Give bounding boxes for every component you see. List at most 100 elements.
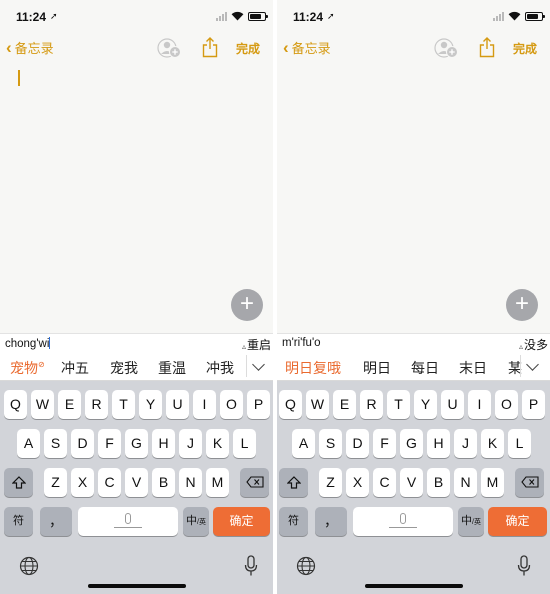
key-u[interactable]: U (441, 390, 464, 419)
delete-key[interactable] (240, 468, 269, 497)
key-z[interactable]: Z (44, 468, 67, 497)
microphone-icon[interactable] (517, 555, 531, 577)
home-indicator[interactable] (365, 584, 463, 588)
key-g[interactable]: G (125, 429, 148, 458)
key-n[interactable]: N (454, 468, 477, 497)
key-f[interactable]: F (373, 429, 396, 458)
backspace-icon (245, 476, 264, 488)
candidate-item[interactable]: 每日 (411, 358, 439, 378)
shift-key[interactable] (279, 468, 308, 497)
key-l[interactable]: L (508, 429, 531, 458)
add-button[interactable]: + (506, 289, 538, 321)
key-h[interactable]: H (427, 429, 450, 458)
candidate-item[interactable]: 末日 (459, 358, 487, 378)
candidate-item[interactable]: 重温 (158, 358, 186, 378)
add-people-icon[interactable] (157, 37, 183, 59)
shift-key[interactable] (4, 468, 33, 497)
key-t[interactable]: T (387, 390, 410, 419)
expand-candidates-button[interactable] (520, 355, 546, 377)
language-key[interactable]: 中/英 (458, 507, 484, 536)
key-o[interactable]: O (220, 390, 243, 419)
candidate-item[interactable]: 冲五 (61, 358, 89, 378)
composition-action[interactable]: ▵没多 (519, 336, 548, 353)
key-k[interactable]: K (481, 429, 504, 458)
key-r[interactable]: R (85, 390, 108, 419)
key-s[interactable]: S (319, 429, 342, 458)
expand-candidates-button[interactable] (246, 355, 272, 377)
key-h[interactable]: H (152, 429, 175, 458)
symbol-key[interactable]: 符 (4, 507, 33, 536)
key-y[interactable]: Y (139, 390, 162, 419)
home-indicator[interactable] (88, 584, 186, 588)
punctuation-key[interactable]: ， (40, 507, 72, 536)
key-j[interactable]: J (179, 429, 202, 458)
key-t[interactable]: T (112, 390, 135, 419)
key-d[interactable]: D (71, 429, 94, 458)
key-q[interactable]: Q (4, 390, 27, 419)
key-k[interactable]: K (206, 429, 229, 458)
microphone-icon[interactable] (244, 555, 258, 577)
key-y[interactable]: Y (414, 390, 437, 419)
key-v[interactable]: V (400, 468, 423, 497)
key-q[interactable]: Q (279, 390, 302, 419)
delete-key[interactable] (515, 468, 544, 497)
candidate-item[interactable]: 宠物⊘ (10, 358, 45, 378)
key-m[interactable]: M (481, 468, 504, 497)
key-f[interactable]: F (98, 429, 121, 458)
candidate-item[interactable]: 冲我 (206, 358, 234, 378)
key-z[interactable]: Z (319, 468, 342, 497)
globe-icon[interactable] (296, 556, 316, 576)
punctuation-key[interactable]: ， (315, 507, 347, 536)
key-v[interactable]: V (125, 468, 148, 497)
space-key[interactable] (353, 507, 453, 536)
composition-action[interactable]: ▵重启 (242, 336, 271, 353)
key-x[interactable]: X (71, 468, 94, 497)
key-a[interactable]: A (17, 429, 40, 458)
candidate-item[interactable]: 明日 (363, 358, 391, 378)
done-button[interactable]: 完成 (236, 40, 260, 57)
signal-icon (216, 12, 228, 21)
globe-icon[interactable] (19, 556, 39, 576)
confirm-key[interactable]: 确定 (213, 507, 270, 536)
candidate-item[interactable]: 宠我 (110, 358, 138, 378)
key-l[interactable]: L (233, 429, 256, 458)
back-button[interactable]: ‹ 备忘录 (283, 38, 331, 57)
key-i[interactable]: I (468, 390, 491, 419)
key-g[interactable]: G (400, 429, 423, 458)
done-button[interactable]: 完成 (513, 40, 537, 57)
share-icon[interactable] (201, 36, 219, 58)
key-b[interactable]: B (427, 468, 450, 497)
share-icon[interactable] (478, 36, 496, 58)
language-key[interactable]: 中/英 (183, 507, 209, 536)
key-b[interactable]: B (152, 468, 175, 497)
nav-bar: ‹ 备忘录 完成 (277, 34, 550, 62)
key-p[interactable]: P (522, 390, 545, 419)
key-e[interactable]: E (333, 390, 356, 419)
symbol-key[interactable]: 符 (279, 507, 308, 536)
confirm-key[interactable]: 确定 (488, 507, 547, 536)
key-u[interactable]: U (166, 390, 189, 419)
key-o[interactable]: O (495, 390, 518, 419)
key-m[interactable]: M (206, 468, 229, 497)
key-i[interactable]: I (193, 390, 216, 419)
candidate-item[interactable]: 明日复哦 (285, 358, 341, 378)
key-s[interactable]: S (44, 429, 67, 458)
key-c[interactable]: C (98, 468, 121, 497)
back-button[interactable]: ‹ 备忘录 (6, 38, 54, 57)
key-w[interactable]: W (31, 390, 54, 419)
key-j[interactable]: J (454, 429, 477, 458)
key-d[interactable]: D (346, 429, 369, 458)
key-a[interactable]: A (292, 429, 315, 458)
key-w[interactable]: W (306, 390, 329, 419)
space-key[interactable] (78, 507, 178, 536)
key-n[interactable]: N (179, 468, 202, 497)
key-c[interactable]: C (373, 468, 396, 497)
key-e[interactable]: E (58, 390, 81, 419)
location-arrow-icon: ➚ (50, 11, 58, 21)
key-x[interactable]: X (346, 468, 369, 497)
key-p[interactable]: P (247, 390, 270, 419)
text-cursor (18, 70, 20, 86)
add-people-icon[interactable] (434, 37, 460, 59)
key-r[interactable]: R (360, 390, 383, 419)
add-button[interactable]: + (231, 289, 263, 321)
